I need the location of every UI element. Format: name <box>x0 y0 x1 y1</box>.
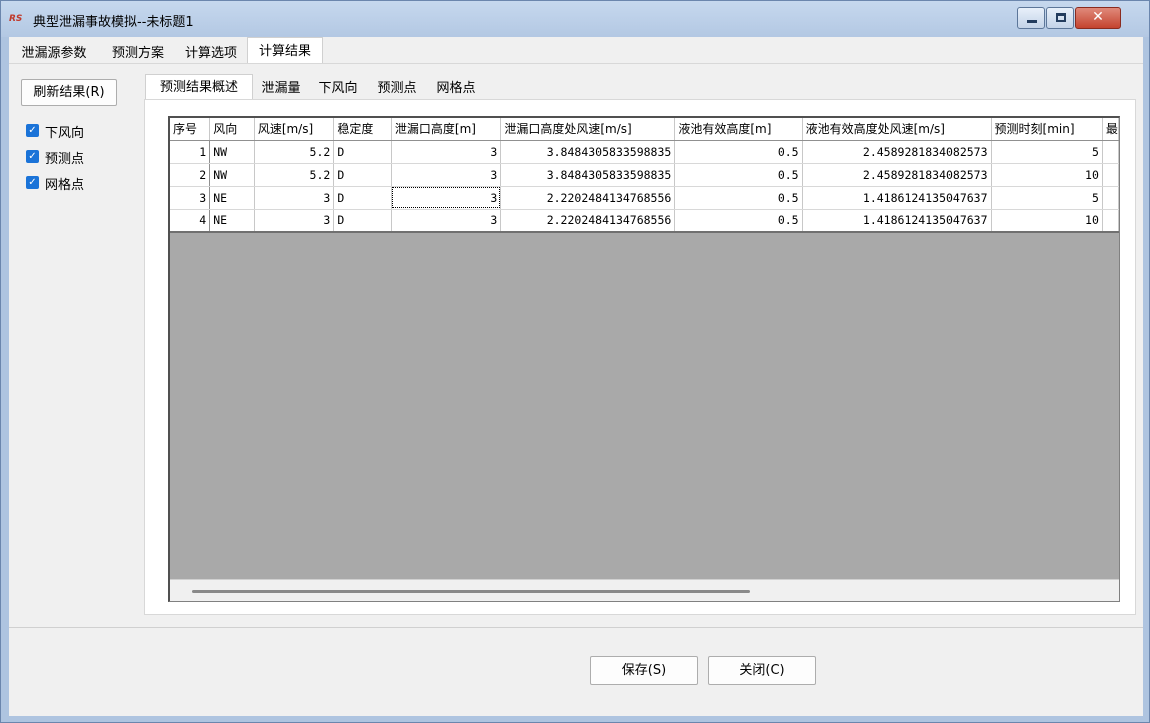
focused-table-cell[interactable]: 3 <box>391 186 502 210</box>
table-cell[interactable]: 0.5 <box>674 186 803 210</box>
app-window: RS 典型泄漏事故模拟--未标题1 ✕ 泄漏源参数 预测方案 计算选项 计算结果… <box>0 0 1150 723</box>
row-number-cell[interactable]: 1 <box>170 140 211 164</box>
tab-prediction-scheme[interactable]: 预测方案 <box>101 40 175 63</box>
column-header[interactable]: 液池有效高度处风速[m/s] <box>802 118 992 141</box>
table-cell[interactable] <box>1102 209 1119 233</box>
table-row[interactable]: 4 NE 3 D 3 2.2202484134768556 0.5 1.4186… <box>170 209 1119 233</box>
table-row[interactable]: 2 NW 5.2 D 3 3.8484305833598835 0.5 2.45… <box>170 163 1119 187</box>
refresh-results-button[interactable]: 刷新结果(R) <box>21 79 117 106</box>
maximize-button[interactable] <box>1046 7 1074 29</box>
results-tab-panel: 刷新结果(R) ✓ 下风向 ✓ 预测点 ✓ 网格点 预测结果概述 泄漏量 下风向… <box>9 63 1143 625</box>
checkbox-checked-icon[interactable]: ✓ <box>26 124 39 137</box>
table-cell[interactable]: 0.5 <box>674 140 803 164</box>
table-cell[interactable]: 1.4186124135047637 <box>802 186 992 210</box>
table-cell[interactable]: 5.2 <box>254 140 335 164</box>
maximize-icon <box>1056 13 1066 22</box>
bottom-button-bar: 保存(S) 关闭(C) <box>9 627 1143 716</box>
table-cell[interactable]: 1.4186124135047637 <box>802 209 992 233</box>
minimize-icon <box>1027 20 1037 23</box>
tab-leak-source-params[interactable]: 泄漏源参数 <box>9 40 99 63</box>
table-cell[interactable]: 2.2202484134768556 <box>500 186 676 210</box>
table-cell[interactable]: 2.2202484134768556 <box>500 209 676 233</box>
table-cell[interactable]: NE <box>209 209 255 233</box>
tab-calc-results[interactable]: 计算结果 <box>247 37 323 64</box>
close-window-button[interactable]: ✕ <box>1075 7 1121 29</box>
table-cell[interactable] <box>1102 140 1119 164</box>
subtab-results-overview[interactable]: 预测结果概述 <box>145 74 253 99</box>
table-cell[interactable]: 5.2 <box>254 163 335 187</box>
row-number-cell[interactable]: 3 <box>170 186 211 210</box>
column-header[interactable]: 最 <box>1102 118 1119 141</box>
column-header[interactable]: 泄漏口高度[m] <box>391 118 502 141</box>
horizontal-scrollbar[interactable] <box>170 579 1119 601</box>
overview-panel: 序号 风向 风速[m/s] 稳定度 泄漏口高度[m] 泄漏口高度处风速[m/s]… <box>144 99 1136 615</box>
column-header[interactable]: 风向 <box>209 118 255 141</box>
table-cell[interactable] <box>1102 186 1119 210</box>
table-row[interactable]: 3 NE 3 D 3 2.2202484134768556 0.5 1.4186… <box>170 186 1119 210</box>
checkbox-label: 下风向 <box>45 126 85 141</box>
table-cell[interactable]: 5 <box>991 140 1103 164</box>
table-cell[interactable] <box>1102 163 1119 187</box>
table-cell[interactable]: 3 <box>391 163 502 187</box>
checkbox-checked-icon[interactable]: ✓ <box>26 176 39 189</box>
main-tab-strip: 泄漏源参数 预测方案 计算选项 计算结果 <box>9 37 1143 64</box>
table-cell[interactable]: 3 <box>391 209 502 233</box>
title-bar[interactable]: RS 典型泄漏事故模拟--未标题1 ✕ <box>1 1 1149 37</box>
table-cell[interactable]: 3 <box>391 140 502 164</box>
column-header[interactable]: 序号 <box>170 118 211 141</box>
table-cell[interactable]: 5 <box>991 186 1103 210</box>
app-logo-icon: RS <box>9 14 23 24</box>
table-header-row: 序号 风向 风速[m/s] 稳定度 泄漏口高度[m] 泄漏口高度处风速[m/s]… <box>170 118 1119 141</box>
close-button[interactable]: 关闭(C) <box>708 656 816 685</box>
window-title: 典型泄漏事故模拟--未标题1 <box>33 15 194 30</box>
subtab-prediction-points[interactable]: 预测点 <box>368 77 426 99</box>
subtab-grid-points[interactable]: 网格点 <box>427 77 485 99</box>
column-header[interactable]: 风速[m/s] <box>254 118 335 141</box>
table-cell[interactable]: 2.4589281834082573 <box>802 163 992 187</box>
table-cell[interactable]: 3.8484305833598835 <box>500 163 676 187</box>
table-cell[interactable]: 3.8484305833598835 <box>500 140 676 164</box>
close-icon: ✕ <box>1092 9 1104 25</box>
table-cell[interactable]: D <box>333 209 392 233</box>
table-cell[interactable]: 10 <box>991 209 1103 233</box>
row-number-cell[interactable]: 2 <box>170 163 211 187</box>
column-header[interactable]: 预测时刻[min] <box>991 118 1103 141</box>
column-header[interactable]: 稳定度 <box>333 118 392 141</box>
checkbox-label: 网格点 <box>45 178 85 193</box>
table-cell[interactable]: 10 <box>991 163 1103 187</box>
results-grid[interactable]: 序号 风向 风速[m/s] 稳定度 泄漏口高度[m] 泄漏口高度处风速[m/s]… <box>168 116 1120 602</box>
table-cell[interactable]: D <box>333 140 392 164</box>
save-button[interactable]: 保存(S) <box>590 656 698 685</box>
table-cell[interactable]: 3 <box>254 209 335 233</box>
table-cell[interactable]: D <box>333 186 392 210</box>
table-cell[interactable]: 0.5 <box>674 209 803 233</box>
table-cell[interactable]: NE <box>209 186 255 210</box>
table-cell[interactable]: NW <box>209 140 255 164</box>
results-table: 序号 风向 风速[m/s] 稳定度 泄漏口高度[m] 泄漏口高度处风速[m/s]… <box>170 118 1119 233</box>
tab-calc-options[interactable]: 计算选项 <box>175 40 247 63</box>
table-cell[interactable]: 3 <box>254 186 335 210</box>
table-cell[interactable]: 0.5 <box>674 163 803 187</box>
subtab-downwind[interactable]: 下风向 <box>309 77 367 99</box>
minimize-button[interactable] <box>1017 7 1045 29</box>
subtab-leak-amount[interactable]: 泄漏量 <box>254 77 308 99</box>
column-header[interactable]: 泄漏口高度处风速[m/s] <box>500 118 676 141</box>
client-area: 泄漏源参数 预测方案 计算选项 计算结果 刷新结果(R) ✓ 下风向 ✓ 预测点… <box>9 37 1143 716</box>
table-cell[interactable]: 2.4589281834082573 <box>802 140 992 164</box>
column-header[interactable]: 液池有效高度[m] <box>674 118 803 141</box>
scrollbar-thumb[interactable] <box>192 590 750 593</box>
table-row[interactable]: 1 NW 5.2 D 3 3.8484305833598835 0.5 2.45… <box>170 140 1119 164</box>
checkbox-label: 预测点 <box>45 152 85 167</box>
row-number-cell[interactable]: 4 <box>170 209 211 233</box>
checkbox-checked-icon[interactable]: ✓ <box>26 150 39 163</box>
table-cell[interactable]: NW <box>209 163 255 187</box>
table-cell[interactable]: D <box>333 163 392 187</box>
